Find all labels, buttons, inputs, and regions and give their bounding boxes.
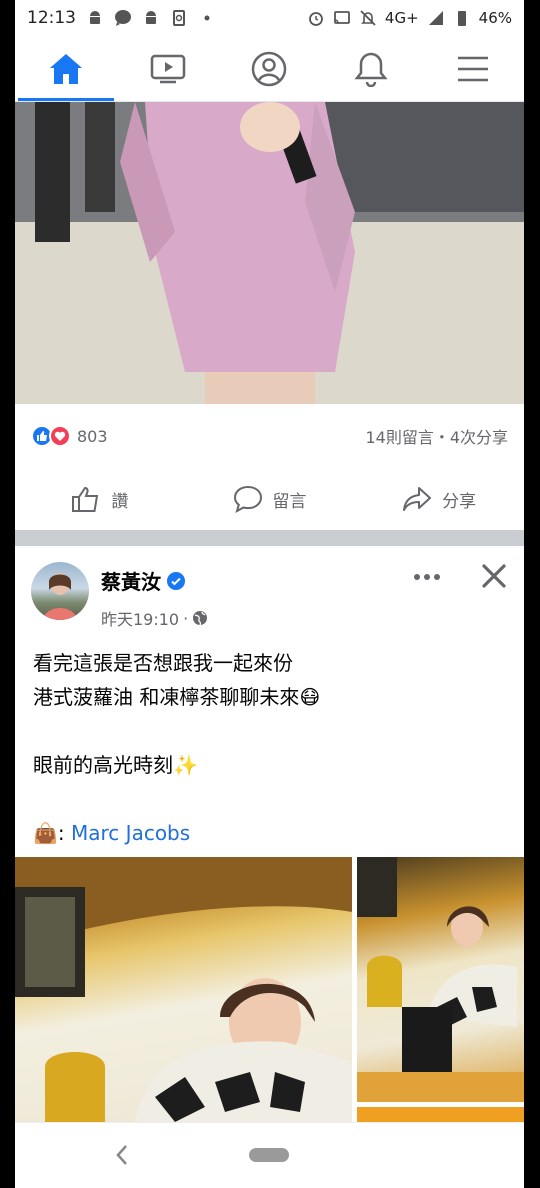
brand-prefix: : (57, 821, 65, 845)
share-button[interactable]: 分享 (354, 485, 524, 513)
menu-tab[interactable] (422, 36, 524, 101)
like-button[interactable]: 讚 (15, 485, 185, 513)
mute-icon (360, 10, 376, 26)
like-label: 讚 (111, 491, 129, 512)
post-text-line: 眼前的高光時刻✨ (33, 748, 508, 782)
thumbs-up-icon (72, 486, 99, 512)
cast-icon (334, 11, 350, 24)
comment-label: 留言 (272, 491, 307, 512)
dot-icon (434, 574, 440, 580)
notifications-tab[interactable] (320, 36, 422, 101)
android-icon (90, 11, 100, 24)
post-text-span: 看完這張是否想跟我一起來份 (33, 651, 293, 675)
clock: 12:13 (27, 8, 76, 28)
post-photo-main[interactable] (15, 857, 352, 1122)
author-name[interactable]: 蔡黃汝 (101, 566, 161, 595)
hamburger-icon (458, 56, 489, 81)
post-text-line: 港式菠蘿油 和凍檸茶聊聊未來😷 (33, 680, 508, 714)
author-name-row[interactable]: 蔡黃汝 (101, 566, 185, 595)
android-icon (146, 11, 156, 24)
close-icon[interactable] (480, 562, 508, 590)
post-text-span: 眼前的高光時刻 (33, 753, 173, 777)
app-screen: 12:13 4G+ 46% 803 14則留言・4次分享 讚 留言 分享 蔡黃汝… (15, 0, 524, 1188)
post-photo-secondary[interactable] (357, 857, 524, 1102)
back-icon[interactable] (115, 1143, 129, 1167)
sparkles-emoji: ✨ (173, 753, 198, 777)
feed-divider (15, 530, 524, 546)
brand-line: 👜: Marc Jacobs (33, 816, 508, 850)
profile-icon (252, 51, 287, 86)
watch-tab[interactable] (117, 36, 219, 101)
post-actions: 讚 留言 分享 (15, 470, 524, 528)
battery-level: 46% (478, 9, 512, 27)
post-text-line: 看完這張是否想跟我一起來份 (33, 646, 508, 680)
reactions-summary[interactable]: 803 14則留言・4次分享 (31, 418, 508, 454)
network-type: 4G+ (384, 9, 419, 27)
post-header: 蔡黃汝 昨天19:10 · (31, 560, 512, 629)
post-meta: 昨天19:10 · (101, 606, 208, 630)
meta-separator: · (183, 608, 189, 628)
post-time[interactable]: 昨天19:10 (101, 606, 179, 630)
post-photo[interactable] (15, 102, 524, 404)
author-avatar[interactable] (31, 562, 89, 620)
profile-tab[interactable] (219, 36, 321, 101)
home-gesture-pill[interactable] (249, 1148, 289, 1162)
home-tab[interactable] (15, 36, 117, 101)
globe-icon (193, 611, 208, 626)
share-icon (403, 487, 432, 511)
sync-icon (173, 10, 185, 26)
bell-icon (354, 52, 388, 87)
dot-icon (414, 574, 420, 580)
post-photo-tertiary[interactable] (357, 1107, 524, 1122)
post-body: 看完這張是否想跟我一起來份 港式菠蘿油 和凍檸茶聊聊未來😷 眼前的高光時刻✨ 👜… (33, 646, 508, 850)
main-nav (15, 36, 524, 102)
comment-button[interactable]: 留言 (185, 485, 355, 513)
comment-icon (233, 485, 262, 513)
dot-icon (424, 574, 430, 580)
reaction-count: 803 (77, 426, 108, 446)
chat-icon (115, 10, 131, 26)
more-options-button[interactable] (412, 566, 442, 588)
video-icon (150, 54, 185, 83)
share-label: 分享 (442, 491, 477, 512)
photo-illustration (15, 102, 524, 404)
verified-badge-icon (167, 571, 185, 590)
comment-share-stats[interactable]: 14則留言・4次分享 (365, 424, 508, 448)
home-icon (49, 53, 82, 84)
reaction-icons (31, 425, 71, 447)
brand-link[interactable]: Marc Jacobs (71, 821, 190, 845)
handbag-emoji: 👜 (33, 821, 58, 845)
post-text-span: 港式菠蘿油 和凍檸茶聊聊未來 (33, 685, 300, 709)
system-nav-bar (15, 1122, 524, 1188)
mask-emoji: 😷 (299, 685, 321, 709)
status-bar: 12:13 4G+ 46% (15, 0, 524, 36)
dot-icon (204, 15, 210, 21)
love-reaction-icon (49, 425, 71, 447)
post-photo-grid (15, 857, 524, 1122)
alarm-icon (309, 12, 323, 26)
battery-icon (457, 11, 466, 26)
signal-icon (428, 11, 443, 25)
